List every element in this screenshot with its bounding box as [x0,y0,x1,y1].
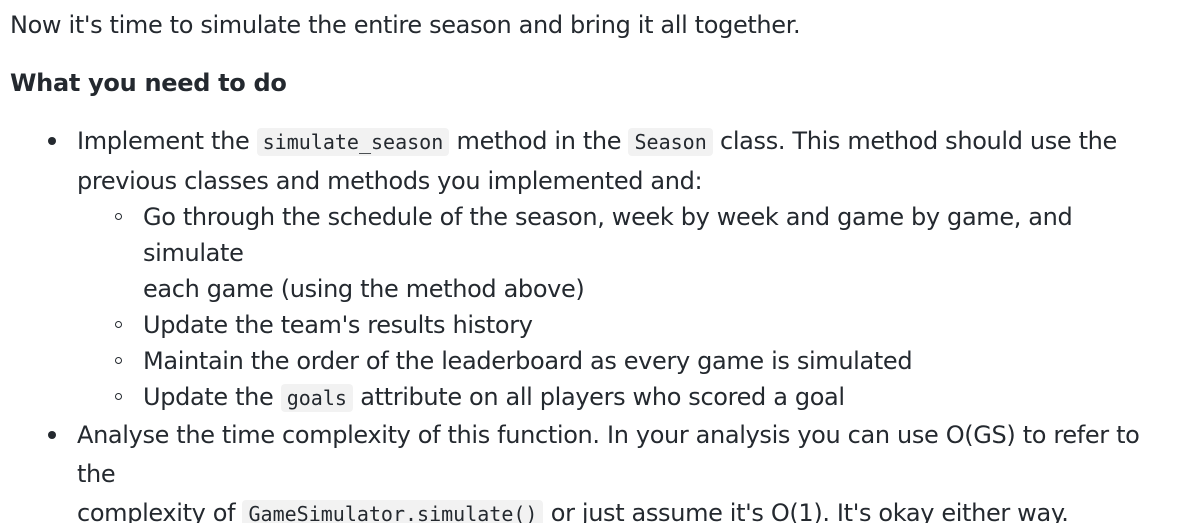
intro-paragraph: Now it's time to simulate the entire sea… [10,11,801,39]
list-item-line: Implement the simulate_season method in … [77,122,1167,162]
inline-code-game-simulator: GameSimulator.simulate() [242,500,544,523]
sub-item-schedule: Go through the schedule of the season, w… [115,199,1167,307]
task-list: Implement the simulate_season method in … [10,122,1167,523]
sub-task-list: Go through the schedule of the season, w… [77,199,1167,416]
text-fragment: attribute on all players who scored a go… [352,383,845,411]
sub-item-line: each game (using the method above) [143,275,585,303]
text-fragment: Implement the [77,127,257,155]
text-fragment: Update the [143,383,281,411]
list-item-implement: Implement the simulate_season method in … [48,122,1167,416]
sub-item-text: Update the team's results history [143,311,533,339]
list-item-line: previous classes and methods you impleme… [77,167,703,195]
inline-code-goals: goals [280,384,353,412]
inline-code-season: Season [628,128,713,156]
sub-item-goals: Update the goals attribute on all player… [115,379,1167,416]
text-fragment: class. This method should use the [712,127,1117,155]
sub-item-line: Go through the schedule of the season, w… [143,203,1073,267]
list-item-line: Analyse the time complexity of this func… [77,421,1140,488]
text-fragment: method in the [449,127,629,155]
text-fragment: or just assume it's O(1). It's okay eith… [543,499,1069,523]
document-body: Now it's time to simulate the entire sea… [0,0,1177,523]
list-item-analyse: Analyse the time complexity of this func… [48,416,1167,523]
list-item-line: complexity of GameSimulator.simulate() o… [77,494,1167,523]
sub-item-text: Maintain the order of the leaderboard as… [143,347,913,375]
inline-code-simulate-season: simulate_season [256,128,450,156]
sub-item-leaderboard: Maintain the order of the leaderboard as… [115,343,1167,379]
text-fragment: complexity of [77,499,243,523]
section-heading: What you need to do [10,69,287,97]
sub-item-results-history: Update the team's results history [115,307,1167,343]
